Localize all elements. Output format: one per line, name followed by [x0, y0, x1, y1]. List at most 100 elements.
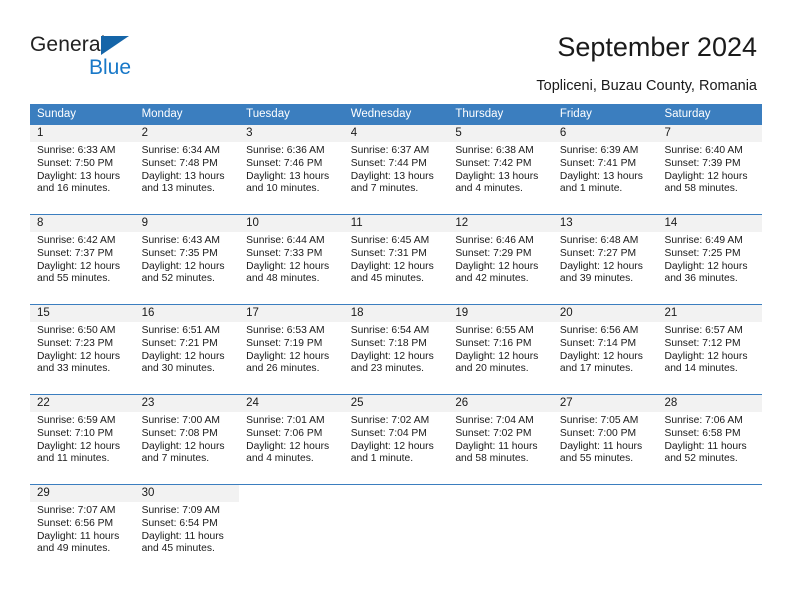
- day-number: 12: [455, 217, 469, 229]
- day-cell[interactable]: 17 Sunrise: 6:53 AM Sunset: 7:19 PM Dayligh…: [239, 305, 344, 384]
- weekday-header-tuesday: Tuesday: [246, 108, 290, 120]
- sunrise-text: Sunrise: 7:05 AM: [559, 415, 639, 426]
- day-number-band: 7: [657, 125, 763, 142]
- weekday-header-wednesday: Wednesday: [350, 108, 412, 120]
- sunset-text: Sunset: 7:19 PM: [246, 337, 323, 349]
- day-number-band: 23: [134, 395, 240, 412]
- logo-triangle-icon: [101, 36, 129, 55]
- day-cell[interactable]: 8 Sunrise: 6:42 AM Sunset: 7:37 PM Daylight…: [30, 215, 135, 294]
- day-cell[interactable]: 15 Sunrise: 6:50 AM Sunset: 7:23 PM Dayligh…: [30, 305, 135, 384]
- day-details: Sunrise: 6:33 AM Sunset: 7:50 PM Daylight:…: [30, 142, 135, 196]
- day-cell[interactable]: 27 Sunrise: 7:05 AM Sunset: 7:00 PM Dayligh…: [552, 395, 658, 474]
- daylight-text: Daylight: 13 hours and 13 minutes.: [141, 170, 225, 195]
- day-cell[interactable]: 26 Sunrise: 7:04 AM Sunset: 7:02 PM Dayligh…: [448, 395, 553, 474]
- day-number: 30: [141, 487, 155, 499]
- day-cell[interactable]: 19 Sunrise: 6:55 AM Sunset: 7:16 PM Dayligh…: [448, 305, 553, 384]
- day-number-band: [448, 485, 553, 502]
- day-cell[interactable]: 20 Sunrise: 6:56 AM Sunset: 7:14 PM Dayligh…: [552, 305, 658, 384]
- day-number: 28: [664, 397, 678, 409]
- daylight-text: Daylight: 13 hours and 7 minutes.: [350, 170, 434, 195]
- sunrise-text: Sunrise: 6:39 AM: [559, 145, 639, 156]
- calendar-week-row: 22 Sunrise: 6:59 AM Sunset: 7:10 PM Dayligh…: [30, 394, 763, 474]
- day-cell[interactable]: 6 Sunrise: 6:39 AM Sunset: 7:41 PM Daylight…: [552, 125, 658, 204]
- daylight-text: Daylight: 13 hours and 10 minutes.: [246, 170, 330, 195]
- day-details: [553, 502, 658, 505]
- day-cell[interactable]: 14 Sunrise: 6:49 AM Sunset: 7:25 PM Dayligh…: [657, 215, 763, 294]
- day-cell[interactable]: 13 Sunrise: 6:48 AM Sunset: 7:27 PM Dayligh…: [552, 215, 658, 294]
- sunset-text: Sunset: 7:16 PM: [455, 337, 532, 349]
- day-number-band: 5: [448, 125, 553, 142]
- day-cell[interactable]: 24 Sunrise: 7:01 AM Sunset: 7:06 PM Dayligh…: [239, 395, 344, 474]
- sunrise-text: Sunrise: 6:54 AM: [350, 325, 430, 336]
- daylight-text: Daylight: 12 hours and 48 minutes.: [246, 260, 330, 285]
- sunset-text: Sunset: 7:35 PM: [141, 247, 218, 259]
- day-cell[interactable]: 1 Sunrise: 6:33 AM Sunset: 7:50 PM Daylight…: [30, 125, 135, 204]
- sunrise-text: Sunrise: 6:40 AM: [664, 145, 743, 156]
- weekday-header-monday: Monday: [141, 108, 183, 120]
- day-number: 2: [141, 127, 148, 139]
- day-number: 18: [350, 307, 364, 319]
- calendar-week-row: 1 Sunrise: 6:33 AM Sunset: 7:50 PM Daylight…: [30, 125, 763, 204]
- day-cell[interactable]: 28 Sunrise: 7:06 AM Sunset: 6:58 PM Dayligh…: [657, 395, 763, 474]
- day-cell[interactable]: 11 Sunrise: 6:45 AM Sunset: 7:31 PM Dayligh…: [343, 215, 449, 294]
- day-cell[interactable]: 5 Sunrise: 6:38 AM Sunset: 7:42 PM Daylight…: [448, 125, 553, 204]
- sunrise-text: Sunrise: 7:04 AM: [455, 415, 534, 426]
- sunrise-text: Sunrise: 6:51 AM: [141, 325, 220, 336]
- day-details: Sunrise: 6:53 AM Sunset: 7:19 PM Daylight:…: [239, 322, 344, 376]
- day-number: 21: [664, 307, 678, 319]
- day-cell[interactable]: 25 Sunrise: 7:02 AM Sunset: 7:04 PM Dayligh…: [343, 395, 449, 474]
- day-number: 17: [246, 307, 259, 319]
- day-number-band: 28: [657, 395, 763, 412]
- sunrise-text: Sunrise: 6:34 AM: [141, 145, 220, 156]
- day-cell[interactable]: 16 Sunrise: 6:51 AM Sunset: 7:21 PM Dayligh…: [134, 305, 240, 384]
- sunset-text: Sunset: 6:56 PM: [37, 517, 114, 529]
- sunset-text: Sunset: 7:21 PM: [141, 337, 218, 349]
- logo-text-blue: Blue: [89, 56, 132, 79]
- sunrise-text: Sunrise: 6:33 AM: [37, 145, 116, 156]
- day-cell[interactable]: 21 Sunrise: 6:57 AM Sunset: 7:12 PM Dayligh…: [657, 305, 763, 384]
- day-number: 20: [559, 307, 573, 319]
- day-number: 15: [37, 307, 50, 319]
- daylight-text: Daylight: 11 hours and 45 minutes.: [141, 530, 224, 555]
- sunset-text: Sunset: 7:27 PM: [559, 247, 637, 259]
- day-number: 24: [246, 397, 259, 409]
- day-cell[interactable]: 2 Sunrise: 6:34 AM Sunset: 7:48 PM Daylight…: [134, 125, 240, 204]
- sunset-text: Sunset: 7:48 PM: [141, 157, 218, 169]
- daylight-text: Daylight: 12 hours and 7 minutes.: [141, 440, 225, 465]
- day-number: 6: [559, 127, 567, 139]
- day-details: [448, 502, 553, 505]
- day-cell[interactable]: 4 Sunrise: 6:37 AM Sunset: 7:44 PM Daylight…: [343, 125, 449, 204]
- day-details: Sunrise: 6:57 AM Sunset: 7:12 PM Daylight:…: [657, 322, 762, 376]
- sunrise-text: Sunrise: 7:00 AM: [141, 415, 220, 426]
- daylight-text: Daylight: 11 hours and 55 minutes.: [559, 440, 643, 465]
- day-number-band: 26: [448, 395, 553, 412]
- day-cell[interactable]: 3 Sunrise: 6:36 AM Sunset: 7:46 PM Daylight…: [239, 125, 344, 204]
- day-details: [344, 502, 449, 505]
- day-number-band: 13: [552, 215, 658, 232]
- calendar-week-row: 8 Sunrise: 6:42 AM Sunset: 7:37 PM Daylight…: [30, 214, 763, 294]
- day-cell[interactable]: 30 Sunrise: 7:09 AM Sunset: 6:54 PM Dayligh…: [134, 485, 240, 564]
- day-number-band: 2: [134, 125, 240, 142]
- day-cell[interactable]: 12 Sunrise: 6:46 AM Sunset: 7:29 PM Dayligh…: [448, 215, 553, 294]
- sunset-text: Sunset: 7:06 PM: [246, 427, 323, 439]
- day-number: 10: [246, 217, 259, 229]
- day-details: Sunrise: 6:56 AM Sunset: 7:14 PM Daylight:…: [553, 322, 658, 376]
- day-cell-empty: [552, 485, 658, 564]
- day-number-band: 29: [30, 485, 135, 502]
- day-cell[interactable]: 9 Sunrise: 6:43 AM Sunset: 7:35 PM Daylight…: [134, 215, 240, 294]
- day-cell[interactable]: 7 Sunrise: 6:40 AM Sunset: 7:39 PM Daylight…: [657, 125, 763, 204]
- sunrise-text: Sunrise: 6:37 AM: [350, 145, 430, 156]
- day-number-band: 11: [343, 215, 449, 232]
- daylight-text: Daylight: 12 hours and 58 minutes.: [664, 170, 748, 195]
- day-cell[interactable]: 23 Sunrise: 7:00 AM Sunset: 7:08 PM Dayligh…: [134, 395, 240, 474]
- day-cell[interactable]: 10 Sunrise: 6:44 AM Sunset: 7:33 PM Dayligh…: [239, 215, 344, 294]
- calendar-weeks: 1 Sunrise: 6:33 AM Sunset: 7:50 PM Daylight…: [30, 125, 763, 564]
- day-details: Sunrise: 6:54 AM Sunset: 7:18 PM Daylight:…: [344, 322, 449, 376]
- sunset-text: Sunset: 7:08 PM: [141, 427, 218, 439]
- day-number-band: 16: [134, 305, 240, 322]
- day-cell[interactable]: 18 Sunrise: 6:54 AM Sunset: 7:18 PM Dayligh…: [343, 305, 449, 384]
- day-cell[interactable]: 29 Sunrise: 7:07 AM Sunset: 6:56 PM Dayligh…: [30, 485, 135, 564]
- daylight-text: Daylight: 12 hours and 11 minutes.: [37, 440, 120, 465]
- day-cell[interactable]: 22 Sunrise: 6:59 AM Sunset: 7:10 PM Dayligh…: [30, 395, 135, 474]
- daylight-text: Daylight: 12 hours and 17 minutes.: [559, 350, 643, 375]
